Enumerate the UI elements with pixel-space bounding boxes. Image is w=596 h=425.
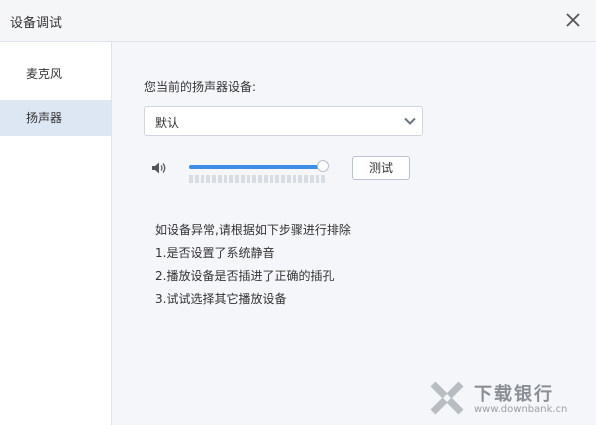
- meter-segment: [200, 175, 205, 183]
- close-icon[interactable]: [563, 10, 583, 30]
- meter-segment: [309, 175, 314, 183]
- meter-segment: [321, 175, 325, 183]
- meter-segment: [189, 175, 193, 183]
- meter-segment: [194, 175, 199, 183]
- dialog-title: 设备调试: [10, 16, 63, 31]
- speaker-icon: [151, 161, 167, 175]
- meter-segment: [292, 175, 297, 183]
- sidebar-item-microphone[interactable]: 麦克风: [0, 56, 111, 92]
- volume-level-meter: [189, 175, 325, 183]
- volume-fill: [189, 165, 325, 169]
- meter-segment: [217, 175, 222, 183]
- tips-heading: 如设备异常,请根据如下步骤进行排除: [155, 223, 351, 237]
- tip-item: 3.试试选择其它播放设备: [155, 292, 287, 306]
- meter-segment: [240, 175, 245, 183]
- meter-segment: [258, 175, 262, 183]
- speaker-device-select[interactable]: 默认: [144, 106, 423, 136]
- meter-segment: [298, 175, 302, 183]
- meter-segment: [229, 175, 233, 183]
- chevron-down-icon: [403, 114, 417, 128]
- sidebar-item-speaker[interactable]: 扬声器: [0, 100, 111, 136]
- speaker-device-value: 默认: [155, 116, 180, 130]
- watermark-name: 下载银行: [474, 384, 554, 405]
- speaker-panel: 您当前的扬声器设备: 默认 测试 如设备异常,请根据如下步骤进行排除 1.是否设…: [112, 42, 596, 425]
- watermark-url: www.downbank.cn: [474, 404, 568, 415]
- test-button[interactable]: 测试: [352, 156, 410, 180]
- meter-segment: [212, 175, 216, 183]
- meter-segment: [275, 175, 279, 183]
- meter-segment: [206, 175, 210, 183]
- troubleshoot-tips: 如设备异常,请根据如下步骤进行排除 1.是否设置了系统静音 2.播放设备是否插进…: [155, 219, 351, 311]
- speaker-device-label: 您当前的扬声器设备:: [144, 80, 257, 94]
- sidebar: 麦克风 扬声器: [0, 42, 112, 425]
- meter-segment: [223, 175, 228, 183]
- meter-segment: [286, 175, 291, 183]
- tip-item: 2.播放设备是否插进了正确的插孔: [155, 269, 335, 283]
- tip-item: 1.是否设置了系统静音: [155, 246, 275, 260]
- meter-segment: [235, 175, 239, 183]
- watermark-logo: [430, 381, 464, 415]
- meter-segment: [315, 175, 320, 183]
- meter-segment: [269, 175, 274, 183]
- title-bar: 设备调试: [0, 0, 596, 42]
- meter-segment: [281, 175, 285, 183]
- meter-segment: [304, 175, 308, 183]
- volume-knob[interactable]: [317, 160, 329, 172]
- meter-segment: [252, 175, 256, 183]
- meter-segment: [263, 175, 268, 183]
- watermark: 下载银行 www.downbank.cn: [430, 377, 590, 423]
- meter-segment: [246, 175, 251, 183]
